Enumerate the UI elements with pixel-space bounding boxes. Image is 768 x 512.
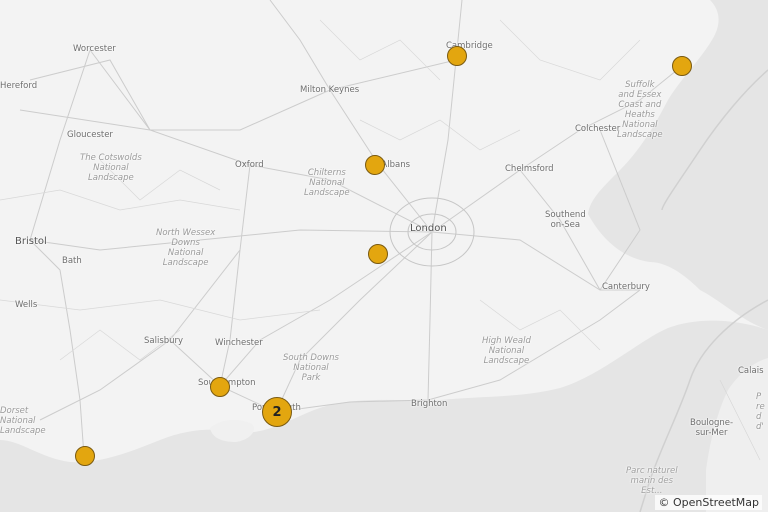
map-viewport[interactable]: Worcester Hereford Milton Keynes Cambrid… bbox=[0, 0, 768, 512]
map-marker-west-london[interactable] bbox=[368, 244, 388, 264]
map-marker-southampton[interactable] bbox=[210, 377, 230, 397]
map-cluster-marker-portsmouth[interactable]: 2 bbox=[262, 397, 292, 427]
map-marker-dorset[interactable] bbox=[75, 446, 95, 466]
map-attribution[interactable]: © OpenStreetMap bbox=[655, 495, 762, 510]
map-marker-st-albans[interactable] bbox=[365, 155, 385, 175]
map-marker-cambridge[interactable] bbox=[447, 46, 467, 66]
cluster-count: 2 bbox=[272, 404, 282, 420]
map-marker-suffolk-coast[interactable] bbox=[672, 56, 692, 76]
